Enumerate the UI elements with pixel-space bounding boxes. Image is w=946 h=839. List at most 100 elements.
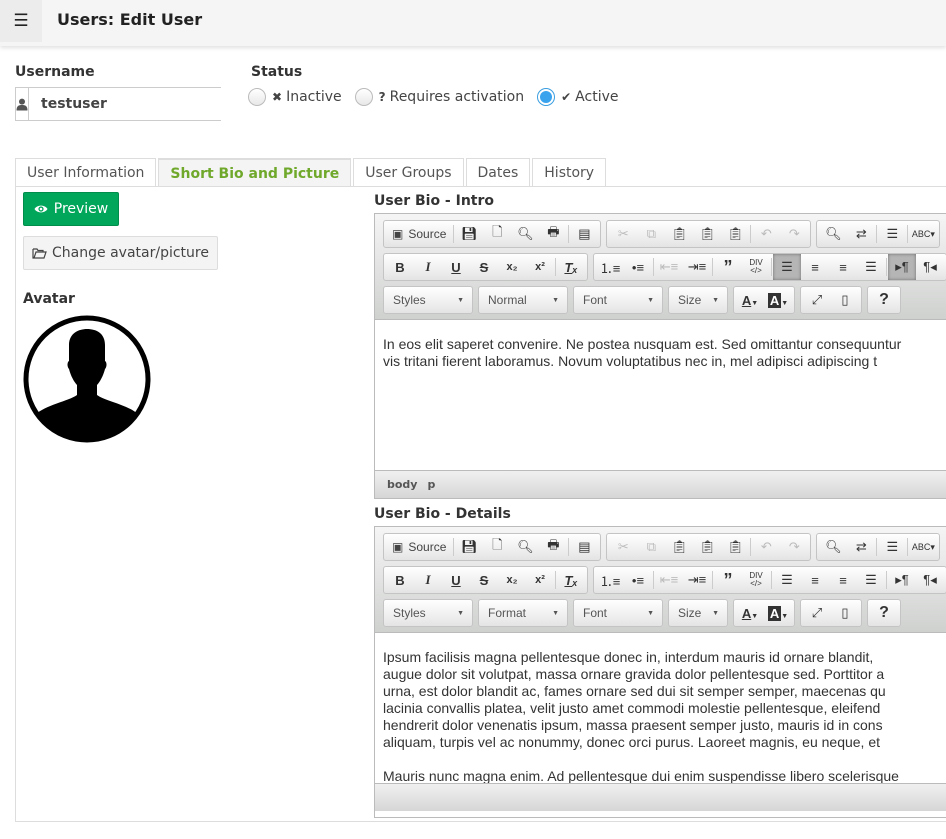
outdent-button[interactable]: ⇤≡ (655, 254, 683, 280)
spellcheck-button[interactable]: ABC▾ (909, 221, 937, 247)
align-left-button[interactable]: ☰ (773, 254, 801, 280)
numbered-list-button[interactable]: ⒈≡ (596, 254, 624, 280)
div-container-button[interactable]: DIV </> (742, 254, 770, 280)
paste-text-button[interactable]: 📋︎ (693, 534, 721, 560)
tab-user-information[interactable]: User Information (15, 158, 157, 187)
paste-word-button[interactable]: 📋︎ (721, 221, 749, 247)
spellcheck-button[interactable]: ABC▾ (909, 534, 937, 560)
ltr-button[interactable]: ▸¶ (888, 567, 916, 593)
radio-active[interactable] (537, 88, 556, 106)
font-dropdown[interactable]: Font ▼ (573, 286, 663, 314)
subscript-button[interactable]: x₂ (498, 567, 526, 593)
redo-button[interactable]: ↷ (780, 534, 808, 560)
strikethrough-button[interactable]: S (470, 567, 498, 593)
undo-button[interactable]: ↶ (752, 534, 780, 560)
copy-button[interactable]: ⧉ (637, 534, 665, 560)
new-page-button[interactable]: 🗋 (483, 534, 511, 560)
remove-format-button[interactable]: Tₓ (557, 254, 585, 280)
styles-dropdown[interactable]: Styles ▼ (383, 599, 473, 627)
blockquote-button[interactable]: ” (714, 567, 742, 593)
strikethrough-button[interactable]: S (470, 254, 498, 280)
preview-doc-button[interactable]: 🔍︎ (511, 221, 539, 247)
bold-button[interactable]: B (386, 567, 414, 593)
print-button[interactable]: 🖶 (539, 534, 567, 560)
styles-dropdown[interactable]: Styles ▼ (383, 286, 473, 314)
show-blocks-button[interactable]: ▯ (831, 600, 859, 626)
replace-button[interactable]: ⇄ (847, 534, 875, 560)
redo-button[interactable]: ↷ (780, 221, 808, 247)
text-color-button[interactable]: A▼ (736, 600, 764, 626)
cut-button[interactable]: ✂ (609, 221, 637, 247)
rtl-button[interactable]: ¶◂ (916, 254, 944, 280)
preview-button[interactable]: Preview (23, 192, 119, 226)
superscript-button[interactable]: x² (526, 567, 554, 593)
radio-requires-activation[interactable] (354, 88, 373, 106)
paste-button[interactable]: 📋︎ (665, 221, 693, 247)
maximize-button[interactable]: ⤢ (803, 287, 831, 313)
align-left-button[interactable]: ☰ (773, 567, 801, 593)
templates-button[interactable]: ▤ (570, 534, 598, 560)
select-all-button[interactable]: ☰ (878, 534, 906, 560)
background-color-button[interactable]: A ▼ (764, 287, 792, 313)
indent-button[interactable]: ⇥≡ (683, 567, 711, 593)
blockquote-button[interactable]: ” (714, 254, 742, 280)
select-all-button[interactable]: ☰ (878, 221, 906, 247)
status-option-inactive[interactable]: ✖ Inactive (248, 88, 342, 106)
underline-button[interactable]: U (442, 567, 470, 593)
help-button[interactable]: ? (870, 600, 898, 626)
find-button[interactable]: 🔍︎ (819, 534, 847, 560)
rtl-button[interactable]: ¶◂ (916, 567, 944, 593)
superscript-button[interactable]: x² (526, 254, 554, 280)
bulleted-list-button[interactable]: •≡ (624, 567, 652, 593)
menu-toggle-button[interactable]: ☰ (0, 0, 42, 42)
align-right-button[interactable]: ≡ (829, 254, 857, 280)
format-dropdown[interactable]: Format ▼ (478, 599, 568, 627)
size-dropdown[interactable]: Size ▼ (668, 599, 728, 627)
source-button[interactable]: ▣ Source (386, 227, 452, 241)
editor-content-area[interactable]: Ipsum facilisis magna pellentesque donec… (375, 633, 946, 783)
numbered-list-button[interactable]: ⒈≡ (596, 567, 624, 593)
justify-button[interactable]: ☰ (857, 254, 885, 280)
text-color-button[interactable]: A▼ (736, 287, 764, 313)
bulleted-list-button[interactable]: •≡ (624, 254, 652, 280)
div-container-button[interactable]: DIV </> (742, 567, 770, 593)
paste-text-button[interactable]: 📋︎ (693, 221, 721, 247)
status-option-active[interactable]: ✔ Active (537, 88, 618, 106)
path-item-body[interactable]: body (387, 478, 417, 491)
remove-format-button[interactable]: Tₓ (557, 567, 585, 593)
tab-user-groups[interactable]: User Groups (353, 158, 464, 187)
tab-dates[interactable]: Dates (465, 158, 531, 187)
print-button[interactable]: 🖶 (539, 221, 567, 247)
justify-button[interactable]: ☰ (857, 567, 885, 593)
align-center-button[interactable]: ≡ (801, 254, 829, 280)
preview-doc-button[interactable]: 🔍︎ (511, 534, 539, 560)
save-button[interactable]: 💾︎ (455, 221, 483, 247)
paste-button[interactable]: 📋︎ (665, 534, 693, 560)
editor-content-area[interactable]: In eos elit saperet convenire. Ne postea… (375, 320, 946, 470)
username-input[interactable] (29, 88, 239, 120)
italic-button[interactable]: I (414, 254, 442, 280)
tab-short-bio-and-picture[interactable]: Short Bio and Picture (158, 158, 352, 187)
radio-inactive[interactable] (248, 88, 266, 106)
show-blocks-button[interactable]: ▯ (831, 287, 859, 313)
outdent-button[interactable]: ⇤≡ (655, 567, 683, 593)
tab-history[interactable]: History (532, 158, 607, 187)
bold-button[interactable]: B (386, 254, 414, 280)
underline-button[interactable]: U (442, 254, 470, 280)
templates-button[interactable]: ▤ (570, 221, 598, 247)
align-right-button[interactable]: ≡ (829, 567, 857, 593)
indent-button[interactable]: ⇥≡ (683, 254, 711, 280)
source-button[interactable]: ▣ Source (386, 540, 452, 554)
ltr-button[interactable]: ▸¶ (888, 254, 916, 280)
format-dropdown[interactable]: Normal ▼ (478, 286, 568, 314)
help-button[interactable]: ? (870, 287, 898, 313)
find-button[interactable]: 🔍︎ (819, 221, 847, 247)
background-color-button[interactable]: A ▼ (764, 600, 792, 626)
status-option-requires-activation[interactable]: ? Requires activation (354, 88, 524, 106)
font-dropdown[interactable]: Font ▼ (573, 599, 663, 627)
align-center-button[interactable]: ≡ (801, 567, 829, 593)
replace-button[interactable]: ⇄ (847, 221, 875, 247)
change-avatar-button[interactable]: Change avatar/picture (23, 236, 218, 270)
subscript-button[interactable]: x₂ (498, 254, 526, 280)
maximize-button[interactable]: ⤢ (803, 600, 831, 626)
